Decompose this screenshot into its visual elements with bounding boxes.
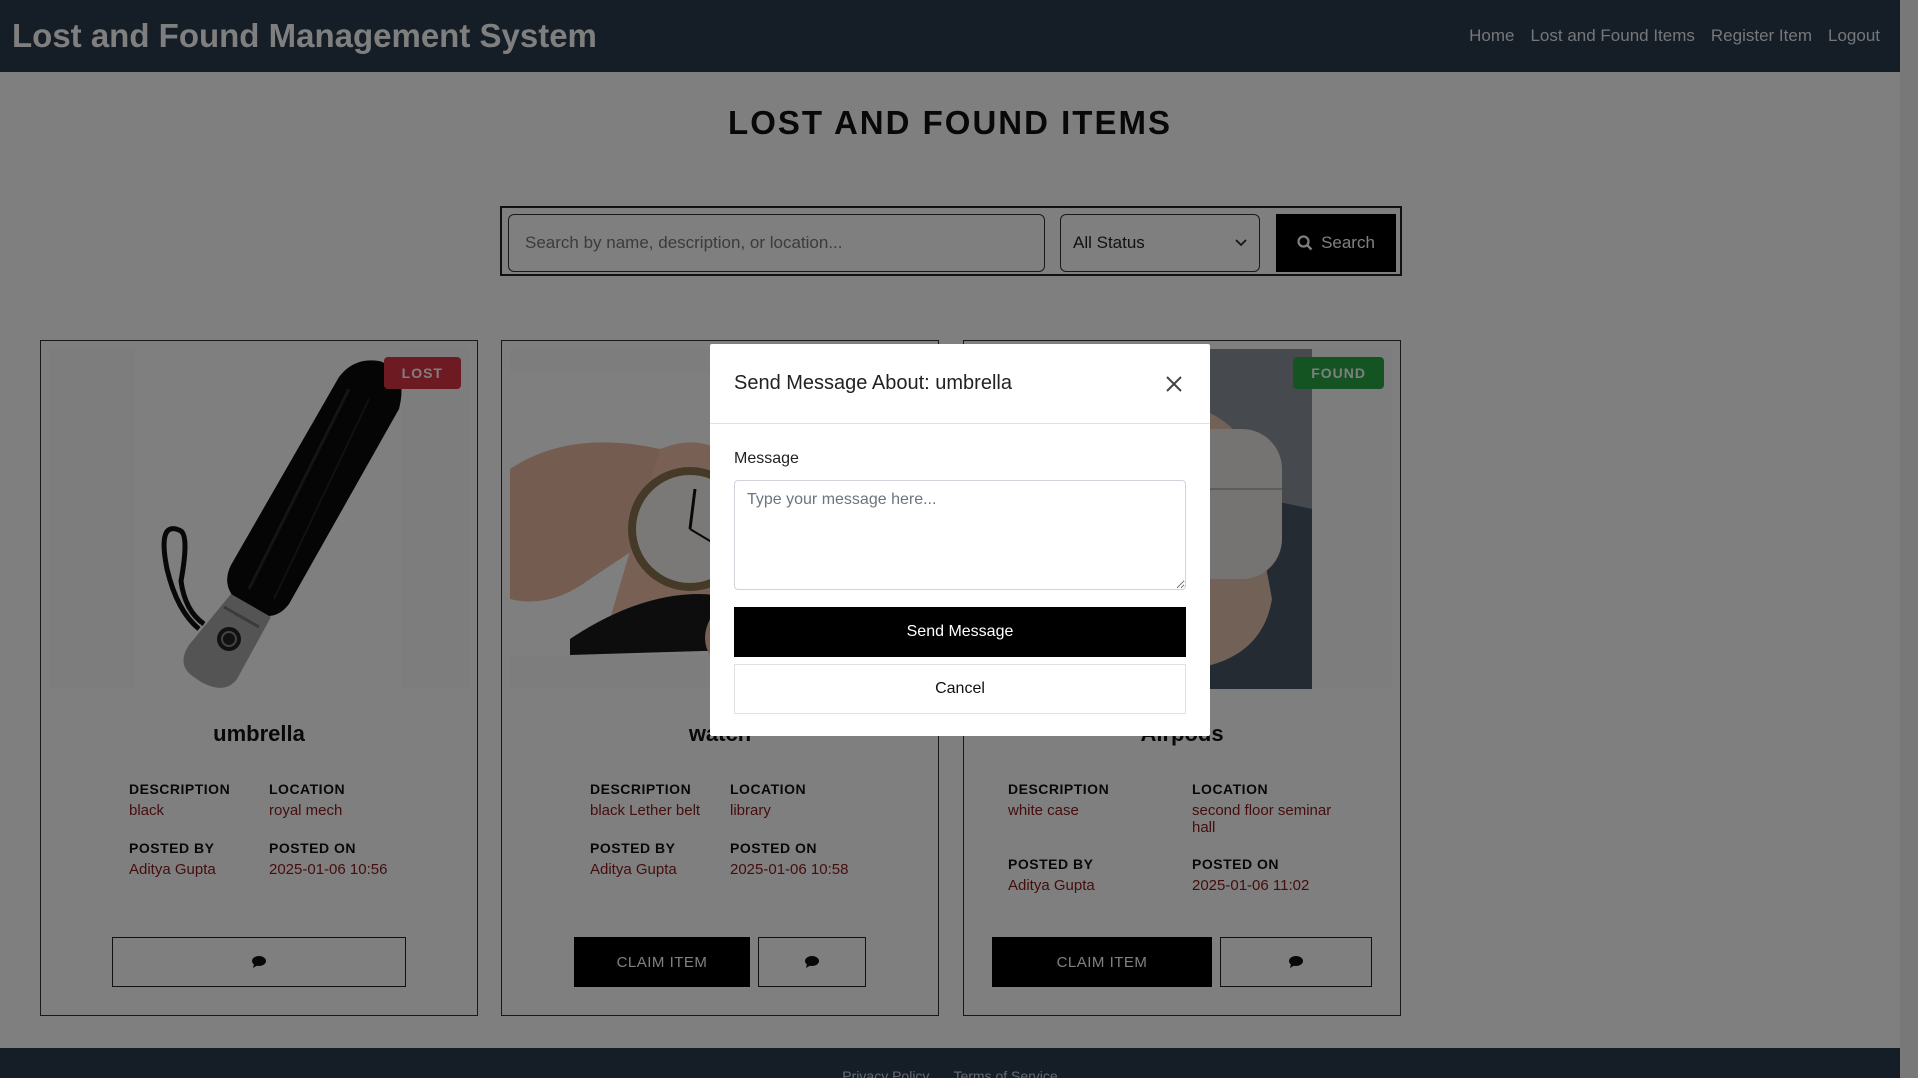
modal-body: Message Send Message Cancel — [710, 424, 1210, 738]
close-icon — [1166, 375, 1182, 392]
message-label: Message — [734, 450, 799, 467]
modal-title: Send Message About: umbrella — [734, 372, 1012, 394]
cancel-button[interactable]: Cancel — [734, 664, 1186, 714]
send-message-modal: Send Message About: umbrella Message Sen… — [710, 344, 1210, 736]
send-message-button[interactable]: Send Message — [734, 607, 1186, 657]
message-textarea[interactable] — [734, 480, 1186, 590]
close-modal-button[interactable] — [1162, 372, 1186, 396]
modal-header: Send Message About: umbrella — [710, 344, 1210, 424]
